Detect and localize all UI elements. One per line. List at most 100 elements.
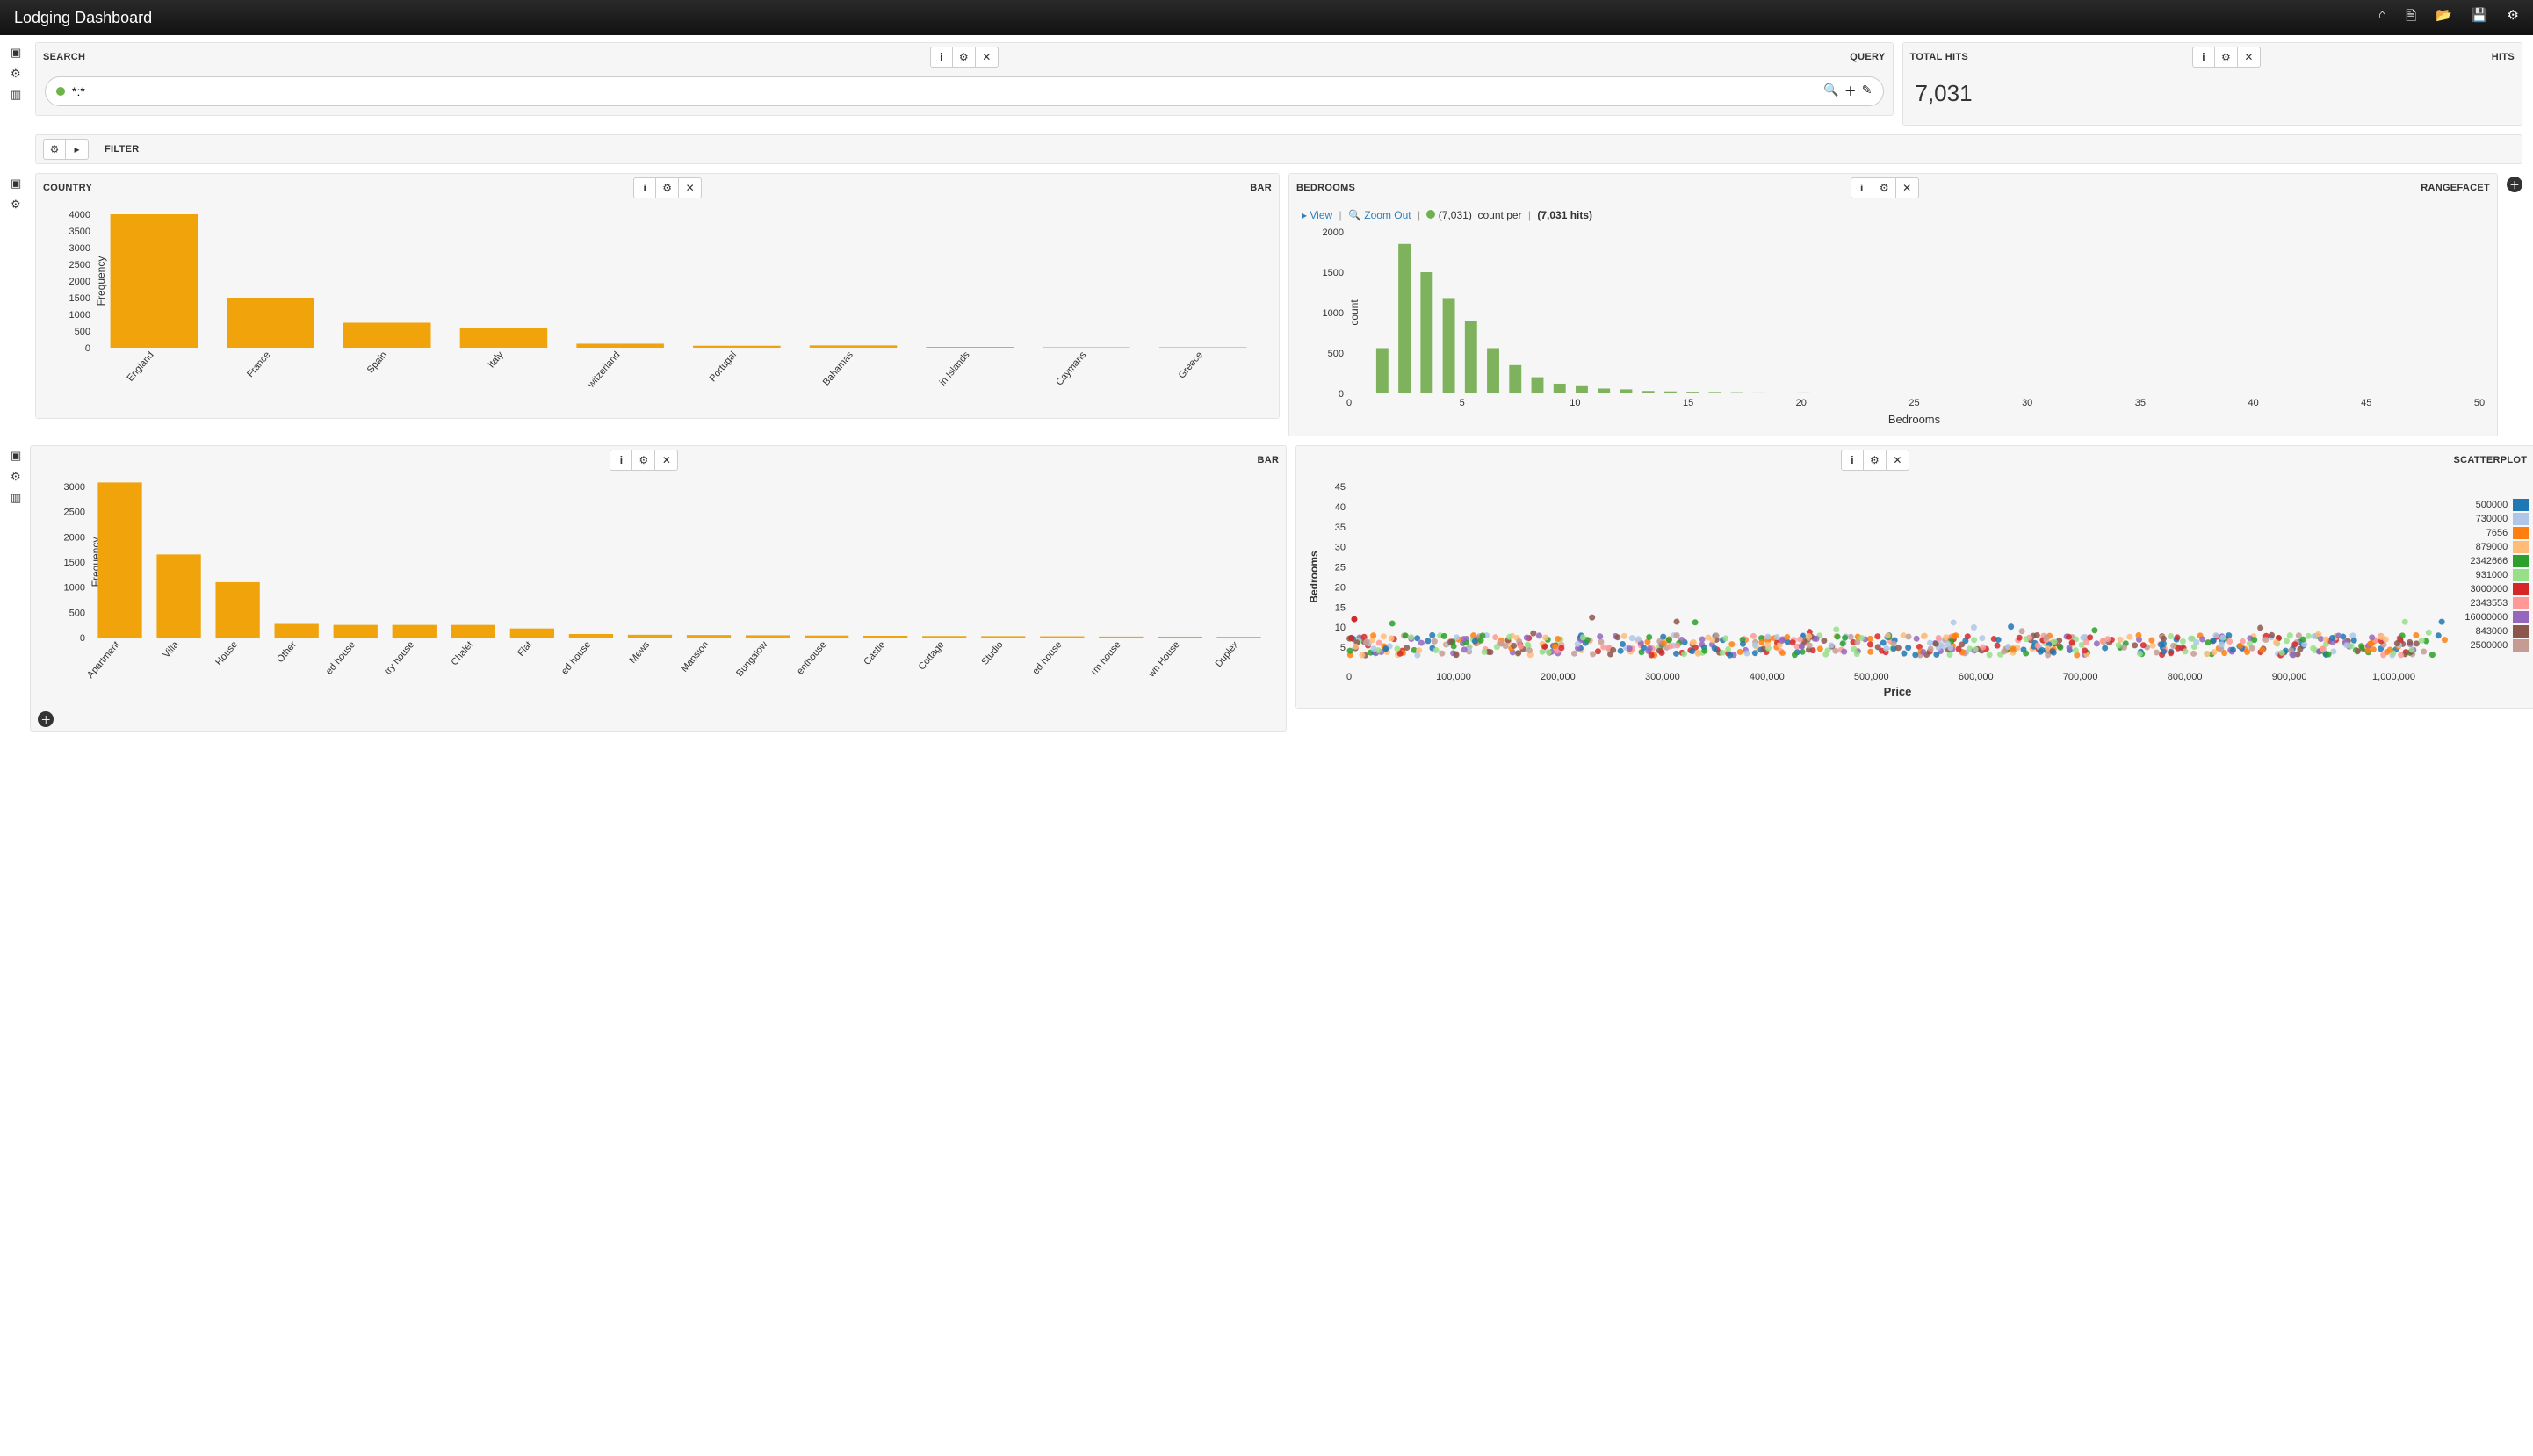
row-side-controls: ▣ ⚙ ▥ <box>11 42 26 102</box>
svg-text:ed house: ed house <box>324 639 357 676</box>
svg-text:1,000,000: 1,000,000 <box>2372 672 2415 682</box>
range-toolbar: ▸ View | 🔍 Zoom Out | (7,031) count per … <box>1298 207 2488 225</box>
zoom-out-link[interactable]: Zoom Out <box>1364 209 1411 221</box>
save-icon[interactable]: 💾 <box>2472 7 2488 29</box>
info-icon[interactable]: i <box>930 47 953 68</box>
topbar-actions: ⌂ 🗎 📂 💾 ⚙ <box>2378 7 2519 29</box>
svg-text:Spain: Spain <box>365 350 389 375</box>
legend-item[interactable]: 500000 <box>2464 499 2529 511</box>
svg-text:Villa: Villa <box>162 639 182 660</box>
legend-item[interactable]: 879000 <box>2464 541 2529 553</box>
close-icon[interactable]: ✕ <box>679 177 702 198</box>
info-icon[interactable]: i <box>2192 47 2215 68</box>
country-chart[interactable]: 05001000150020002500300035004000Frequenc… <box>36 202 1279 418</box>
legend-item[interactable]: 730000 <box>2464 513 2529 525</box>
svg-text:900,000: 900,000 <box>2272 672 2307 682</box>
collapse-icon[interactable]: ▣ <box>11 46 26 60</box>
svg-text:count: count <box>1348 299 1360 326</box>
close-icon[interactable]: ✕ <box>1896 177 1919 198</box>
svg-text:4000: 4000 <box>69 210 90 220</box>
bedrooms-chart[interactable]: 0500100015002000count0510152025303540455… <box>1298 225 2488 427</box>
gear-icon[interactable]: ⚙ <box>2215 47 2238 68</box>
gear-icon[interactable]: ⚙ <box>11 198 26 212</box>
row-side-controls: ▣ ⚙ <box>11 173 26 212</box>
legend-item[interactable]: 16000000 <box>2464 611 2529 623</box>
page-title: Lodging Dashboard <box>14 9 152 27</box>
new-file-icon[interactable]: 🗎 <box>2406 7 2416 29</box>
gear-icon[interactable]: ⚙ <box>2508 7 2519 29</box>
gear-icon[interactable]: ⚙ <box>11 470 21 484</box>
svg-text:0: 0 <box>85 343 90 354</box>
svg-text:Bahamas: Bahamas <box>821 350 855 388</box>
svg-text:45: 45 <box>1335 482 1346 493</box>
gear-icon[interactable]: ⚙ <box>11 67 26 81</box>
play-icon[interactable]: ▸ <box>66 139 89 160</box>
close-icon[interactable]: ✕ <box>655 450 678 471</box>
panel-buttons: i ⚙ ✕ <box>930 47 999 68</box>
legend-item[interactable]: 843000 <box>2464 625 2529 638</box>
view-link[interactable]: View <box>1310 209 1332 221</box>
info-icon[interactable]: i <box>1841 450 1864 471</box>
svg-text:Price: Price <box>1884 685 1912 698</box>
svg-text:35: 35 <box>1335 523 1346 533</box>
svg-text:Italy: Italy <box>487 350 506 371</box>
svg-text:3000: 3000 <box>69 243 90 254</box>
search-input[interactable] <box>72 84 1816 98</box>
gear-icon[interactable]: ⚙ <box>1873 177 1896 198</box>
legend-item[interactable]: 2500000 <box>2464 639 2529 652</box>
info-icon[interactable]: i <box>633 177 656 198</box>
home-icon[interactable]: ⌂ <box>2378 7 2386 29</box>
scatter-chart[interactable]: 51015202530354045Bedrooms0100,000200,000… <box>1296 474 2533 708</box>
svg-text:Frequency: Frequency <box>95 256 107 306</box>
legend-item[interactable]: 2343553 <box>2464 597 2529 609</box>
type-chart[interactable]: 050010001500200025003000FrequencyApartme… <box>31 474 1286 708</box>
gear-icon[interactable]: ⚙ <box>43 139 66 160</box>
svg-text:3000: 3000 <box>64 482 85 493</box>
svg-text:45: 45 <box>2361 398 2371 408</box>
add-icon[interactable]: ＋ <box>1844 83 1857 100</box>
svg-text:200,000: 200,000 <box>1541 672 1576 682</box>
legend-item[interactable]: 931000 <box>2464 569 2529 581</box>
svg-text:1000: 1000 <box>1323 308 1344 319</box>
clear-icon[interactable]: ✎ <box>1862 83 1873 100</box>
close-icon[interactable]: ✕ <box>2238 47 2261 68</box>
panel-title: BEDROOMS <box>1296 183 1355 193</box>
svg-text:20: 20 <box>1335 582 1346 593</box>
legend-item[interactable]: 2342666 <box>2464 555 2529 567</box>
svg-text:Apartment: Apartment <box>85 639 122 681</box>
svg-text:1000: 1000 <box>64 583 85 594</box>
svg-text:10: 10 <box>1570 398 1580 408</box>
panel-title: COUNTRY <box>43 183 92 193</box>
legend-item[interactable]: 7656 <box>2464 527 2529 539</box>
gear-icon[interactable]: ⚙ <box>632 450 655 471</box>
svg-text:100,000: 100,000 <box>1436 672 1471 682</box>
panel-type-label: BAR <box>1258 455 1280 465</box>
filter-panel: ⚙ ▸ FILTER <box>35 134 2522 164</box>
svg-text:1500: 1500 <box>64 558 85 568</box>
open-folder-icon[interactable]: 📂 <box>2436 7 2452 29</box>
status-dot-icon <box>1426 210 1435 219</box>
panel-type-label: HITS <box>2492 52 2515 62</box>
close-icon[interactable]: ✕ <box>1887 450 1909 471</box>
legend-item[interactable]: 3000000 <box>2464 583 2529 595</box>
gear-icon[interactable]: ⚙ <box>1864 450 1887 471</box>
svg-text:enthouse: enthouse <box>795 639 828 676</box>
collapse-icon[interactable]: ▣ <box>11 177 26 191</box>
collapse-icon[interactable]: ▣ <box>11 449 21 463</box>
info-icon[interactable]: i <box>1851 177 1873 198</box>
svg-text:Bedrooms: Bedrooms <box>1888 413 1941 426</box>
gear-icon[interactable]: ⚙ <box>656 177 679 198</box>
svg-text:600,000: 600,000 <box>1959 672 1994 682</box>
add-panel-button[interactable]: ＋ <box>2507 177 2522 192</box>
layout-icon[interactable]: ▥ <box>11 491 21 505</box>
info-icon[interactable]: i <box>610 450 632 471</box>
svg-text:400,000: 400,000 <box>1750 672 1785 682</box>
add-panel-button[interactable]: ＋ <box>38 711 54 727</box>
close-icon[interactable]: ✕ <box>976 47 999 68</box>
gear-icon[interactable]: ⚙ <box>953 47 976 68</box>
layout-icon[interactable]: ▥ <box>11 88 26 102</box>
svg-text:0: 0 <box>1346 672 1352 682</box>
panel-title: FILTER <box>105 144 139 155</box>
search-icon[interactable]: 🔍 <box>1823 83 1838 100</box>
svg-text:25: 25 <box>1909 398 1919 408</box>
